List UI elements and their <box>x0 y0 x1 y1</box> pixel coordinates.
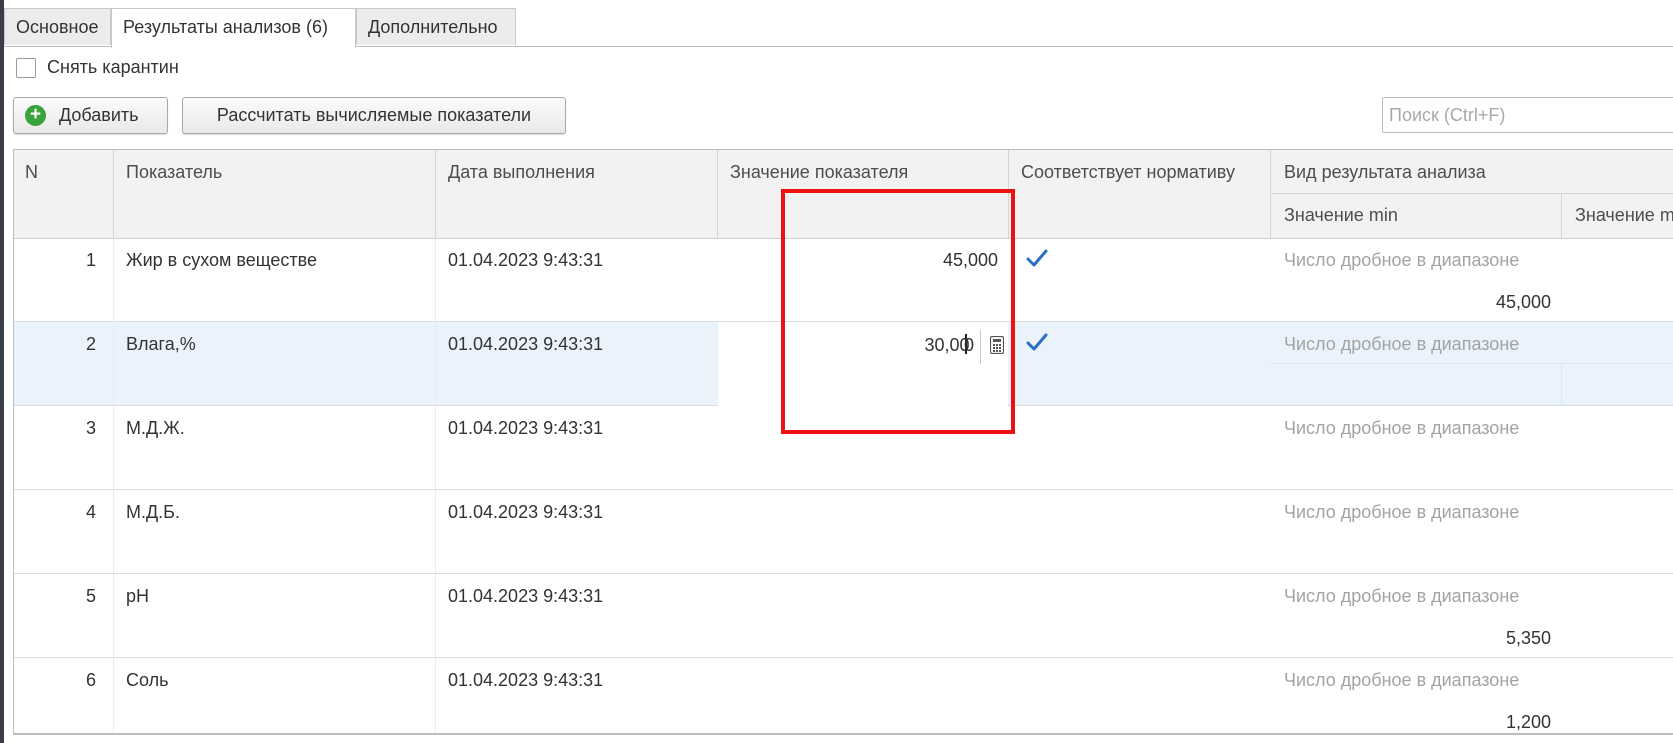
header-col-divider <box>113 150 114 238</box>
tab-additional[interactable]: Дополнительно <box>356 8 516 45</box>
value-text: 30,00 <box>924 335 970 355</box>
result-type: Число дробное в диапазоне <box>1284 586 1520 606</box>
header-col-divider <box>717 150 718 238</box>
min-value: 5,350 <box>1505 628 1551 648</box>
subcell-divider <box>1270 363 1673 364</box>
col-header-date[interactable]: Дата выполнения <box>448 162 595 183</box>
subcell-divider <box>1561 363 1562 406</box>
row-number: 4 <box>85 502 96 522</box>
tab-bar: Основное Результаты анализов (6) Дополни… <box>4 8 1673 48</box>
add-button[interactable]: + Добавить <box>13 97 168 134</box>
row-number: 1 <box>85 250 96 270</box>
col-header-min[interactable]: Значение min <box>1284 205 1398 226</box>
col-header-result-type[interactable]: Вид результата анализа <box>1284 162 1486 183</box>
remove-quarantine-checkbox[interactable] <box>16 58 36 78</box>
min-value: 45,000 <box>1495 292 1551 312</box>
col-header-max[interactable]: Значение m <box>1575 205 1673 226</box>
indicator-value[interactable]: 45,000 <box>730 250 998 271</box>
calculate-indicators-button[interactable]: Рассчитать вычисляемые показатели <box>182 97 566 134</box>
indicator-name: Влага,% <box>126 334 196 354</box>
indicator-name: pH <box>126 586 150 606</box>
indicator-name: М.Д.Ж. <box>126 418 185 438</box>
search-input[interactable] <box>1382 97 1673 133</box>
body-col-divider <box>435 238 436 733</box>
min-value: 1,200 <box>1505 712 1551 732</box>
checkmark-icon <box>1026 249 1048 267</box>
table-row[interactable]: 5 pH 01.04.2023 9:43:31 Число дробное в … <box>14 574 1673 658</box>
result-type: Число дробное в диапазоне <box>1284 502 1520 522</box>
result-type: Число дробное в диапазоне <box>1284 670 1520 690</box>
table-row[interactable]: 1 Жир в сухом веществе 01.04.2023 9:43:3… <box>14 238 1673 322</box>
execution-date: 01.04.2023 9:43:31 <box>448 250 604 270</box>
header-subdivider <box>1270 193 1673 194</box>
execution-date: 01.04.2023 9:43:31 <box>448 418 604 438</box>
row-number: 5 <box>85 586 96 606</box>
header-col-divider <box>1008 150 1009 238</box>
table-row-selected[interactable]: 2 Влага,% 01.04.2023 9:43:31 30,000 Числ… <box>14 322 1673 406</box>
indicator-name: Жир в сухом веществе <box>126 250 318 270</box>
execution-date: 01.04.2023 9:43:31 <box>448 586 604 606</box>
window-left-edge <box>0 0 4 743</box>
col-header-indicator[interactable]: Показатель <box>126 162 222 183</box>
add-button-label: Добавить <box>59 105 139 125</box>
row-number: 2 <box>85 334 96 354</box>
header-col-divider <box>435 150 436 238</box>
remove-quarantine-label[interactable]: Снять карантин <box>47 57 179 78</box>
execution-date: 01.04.2023 9:43:31 <box>448 334 604 354</box>
value-text-tail: 0 <box>963 335 974 355</box>
value-input[interactable]: 30,000 <box>718 334 974 356</box>
checkmark-icon <box>1026 333 1048 351</box>
indicator-name: М.Д.Б. <box>126 502 180 522</box>
body-col-divider <box>113 238 114 733</box>
col-header-value[interactable]: Значение показателя <box>730 162 908 183</box>
grid-bottom-border <box>13 734 1673 735</box>
calculator-icon[interactable] <box>990 336 1004 354</box>
analysis-results-table: N Показатель Дата выполнения Значение по… <box>13 149 1673 734</box>
col-header-norm[interactable]: Соответствует нормативу <box>1021 162 1235 183</box>
tab-analysis-results[interactable]: Результаты анализов (6) <box>111 8 356 48</box>
result-type: Число дробное в диапазоне <box>1284 418 1520 438</box>
header-col-divider <box>1270 150 1271 238</box>
result-type: Число дробное в диапазоне <box>1284 250 1520 270</box>
indicator-name: Соль <box>126 670 169 690</box>
col-header-n[interactable]: N <box>25 162 38 183</box>
table-row[interactable]: 4 М.Д.Б. 01.04.2023 9:43:31 Число дробно… <box>14 490 1673 574</box>
editor-separator <box>980 330 981 364</box>
plus-icon: + <box>25 105 46 126</box>
tab-main[interactable]: Основное <box>4 8 111 45</box>
row-number: 3 <box>85 418 96 438</box>
result-type: Число дробное в диапазоне <box>1284 334 1520 354</box>
table-row[interactable]: 6 Соль 01.04.2023 9:43:31 Число дробное … <box>14 658 1673 733</box>
header-col-divider <box>1561 193 1562 238</box>
execution-date: 01.04.2023 9:43:31 <box>448 502 604 522</box>
row-number: 6 <box>85 670 96 690</box>
execution-date: 01.04.2023 9:43:31 <box>448 670 604 690</box>
value-editor[interactable]: 30,000 <box>718 322 1008 406</box>
table-header: N Показатель Дата выполнения Значение по… <box>14 150 1673 239</box>
table-row[interactable]: 3 М.Д.Ж. 01.04.2023 9:43:31 Число дробно… <box>14 406 1673 490</box>
